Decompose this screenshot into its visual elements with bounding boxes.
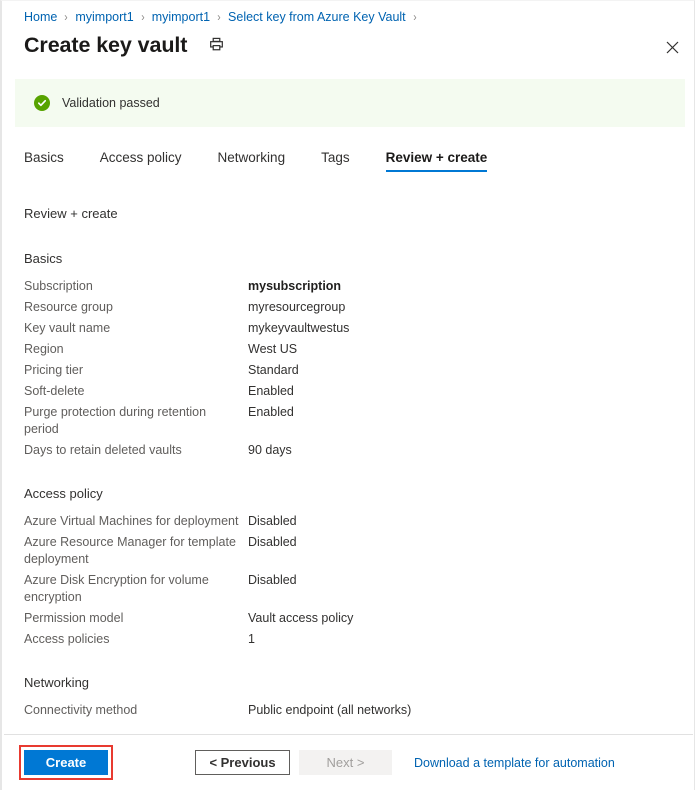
page-title: Create key vault bbox=[24, 33, 188, 57]
breadcrumb-separator-icon: › bbox=[412, 10, 417, 24]
row-key: Resource group bbox=[24, 300, 113, 314]
breadcrumb: Home › myimport1 › myimport1 › Select ke… bbox=[24, 8, 424, 26]
next-button: Next > bbox=[299, 750, 392, 775]
row-value: Vault access policy bbox=[248, 611, 354, 625]
row-key: Soft-delete bbox=[24, 384, 85, 398]
table-row: Purge protection during retention period… bbox=[24, 404, 664, 438]
section-networking: Networking Connectivity method Public en… bbox=[24, 675, 664, 719]
printer-icon[interactable] bbox=[209, 37, 224, 57]
table-row: Azure Resource Manager for template depl… bbox=[24, 534, 664, 568]
review-subheading: Review + create bbox=[24, 206, 118, 221]
row-key: Purge protection during retention period bbox=[24, 405, 207, 436]
row-key: Pricing tier bbox=[24, 363, 84, 377]
create-key-vault-blade: Home › myimport1 › myimport1 › Select ke… bbox=[0, 0, 695, 790]
table-row: Resource group myresourcegroup bbox=[24, 299, 664, 316]
row-key: Access policies bbox=[24, 632, 110, 646]
row-key: Subscription bbox=[24, 279, 93, 293]
section-access-policy: Access policy Azure Virtual Machines for… bbox=[24, 486, 664, 648]
tab-tags[interactable]: Tags bbox=[321, 150, 350, 172]
download-template-link[interactable]: Download a template for automation bbox=[414, 756, 615, 770]
section-title: Basics bbox=[24, 251, 63, 266]
validation-message: Validation passed bbox=[62, 96, 160, 110]
breadcrumb-item-myimport1-1[interactable]: myimport1 bbox=[75, 10, 133, 24]
create-button[interactable]: Create bbox=[24, 750, 108, 775]
row-value: 1 bbox=[248, 632, 255, 646]
breadcrumb-separator-icon: › bbox=[140, 10, 145, 24]
row-key: Azure Resource Manager for template depl… bbox=[24, 535, 236, 566]
row-value: Enabled bbox=[248, 384, 294, 398]
tab-basics[interactable]: Basics bbox=[24, 150, 64, 172]
table-row: Days to retain deleted vaults 90 days bbox=[24, 442, 664, 459]
row-key: Connectivity method bbox=[24, 703, 138, 717]
tab-networking[interactable]: Networking bbox=[218, 150, 286, 172]
section-basics: Basics Subscription mysubscription Resou… bbox=[24, 251, 664, 459]
row-value: mykeyvaultwestus bbox=[248, 321, 350, 335]
row-value: Disabled bbox=[248, 573, 297, 587]
table-row: Subscription mysubscription bbox=[24, 278, 664, 295]
breadcrumb-item-myimport1-2[interactable]: myimport1 bbox=[152, 10, 210, 24]
check-circle-icon bbox=[34, 95, 50, 111]
row-key: Permission model bbox=[24, 611, 124, 625]
row-value: Disabled bbox=[248, 535, 297, 549]
create-button-highlight: Create bbox=[19, 745, 113, 780]
row-value: West US bbox=[248, 342, 298, 356]
row-key: Region bbox=[24, 342, 64, 356]
tab-access-policy[interactable]: Access policy bbox=[100, 150, 182, 172]
row-key: Azure Virtual Machines for deployment bbox=[24, 514, 239, 528]
table-row: Pricing tier Standard bbox=[24, 362, 664, 379]
row-value: Standard bbox=[248, 363, 299, 377]
table-row: Region West US bbox=[24, 341, 664, 358]
table-row: Connectivity method Public endpoint (all… bbox=[24, 702, 664, 719]
table-row: Key vault name mykeyvaultwestus bbox=[24, 320, 664, 337]
breadcrumb-item-select-key[interactable]: Select key from Azure Key Vault bbox=[228, 10, 406, 24]
footer-action-bar: Create < Previous Next > Download a temp… bbox=[2, 735, 694, 790]
row-value: Public endpoint (all networks) bbox=[248, 703, 412, 717]
breadcrumb-item-home[interactable]: Home bbox=[24, 10, 57, 24]
row-key: Key vault name bbox=[24, 321, 111, 335]
wizard-tabs: Basics Access policy Networking Tags Rev… bbox=[24, 150, 487, 180]
row-key: Azure Disk Encryption for volume encrypt… bbox=[24, 573, 209, 604]
row-value: mysubscription bbox=[248, 279, 342, 293]
row-value: 90 days bbox=[248, 443, 292, 457]
section-title: Access policy bbox=[24, 486, 103, 501]
breadcrumb-separator-icon: › bbox=[64, 10, 69, 24]
table-row: Access policies 1 bbox=[24, 631, 664, 648]
row-value: Enabled bbox=[248, 405, 294, 419]
row-value: Disabled bbox=[248, 514, 297, 528]
close-icon[interactable] bbox=[658, 33, 686, 61]
row-key: Days to retain deleted vaults bbox=[24, 443, 182, 457]
tab-review-create[interactable]: Review + create bbox=[385, 150, 487, 172]
table-row: Azure Disk Encryption for volume encrypt… bbox=[24, 572, 664, 606]
row-value: myresourcegroup bbox=[248, 300, 346, 314]
table-row: Permission model Vault access policy bbox=[24, 610, 664, 627]
title-row: Create key vault bbox=[24, 31, 224, 59]
section-title: Networking bbox=[24, 675, 90, 690]
breadcrumb-separator-icon: › bbox=[217, 10, 221, 24]
validation-banner: Validation passed bbox=[15, 79, 685, 127]
table-row: Soft-delete Enabled bbox=[24, 383, 664, 400]
previous-button[interactable]: < Previous bbox=[195, 750, 290, 775]
review-content: Review + create Basics Subscription mysu… bbox=[24, 206, 664, 723]
table-row: Azure Virtual Machines for deployment Di… bbox=[24, 513, 664, 530]
